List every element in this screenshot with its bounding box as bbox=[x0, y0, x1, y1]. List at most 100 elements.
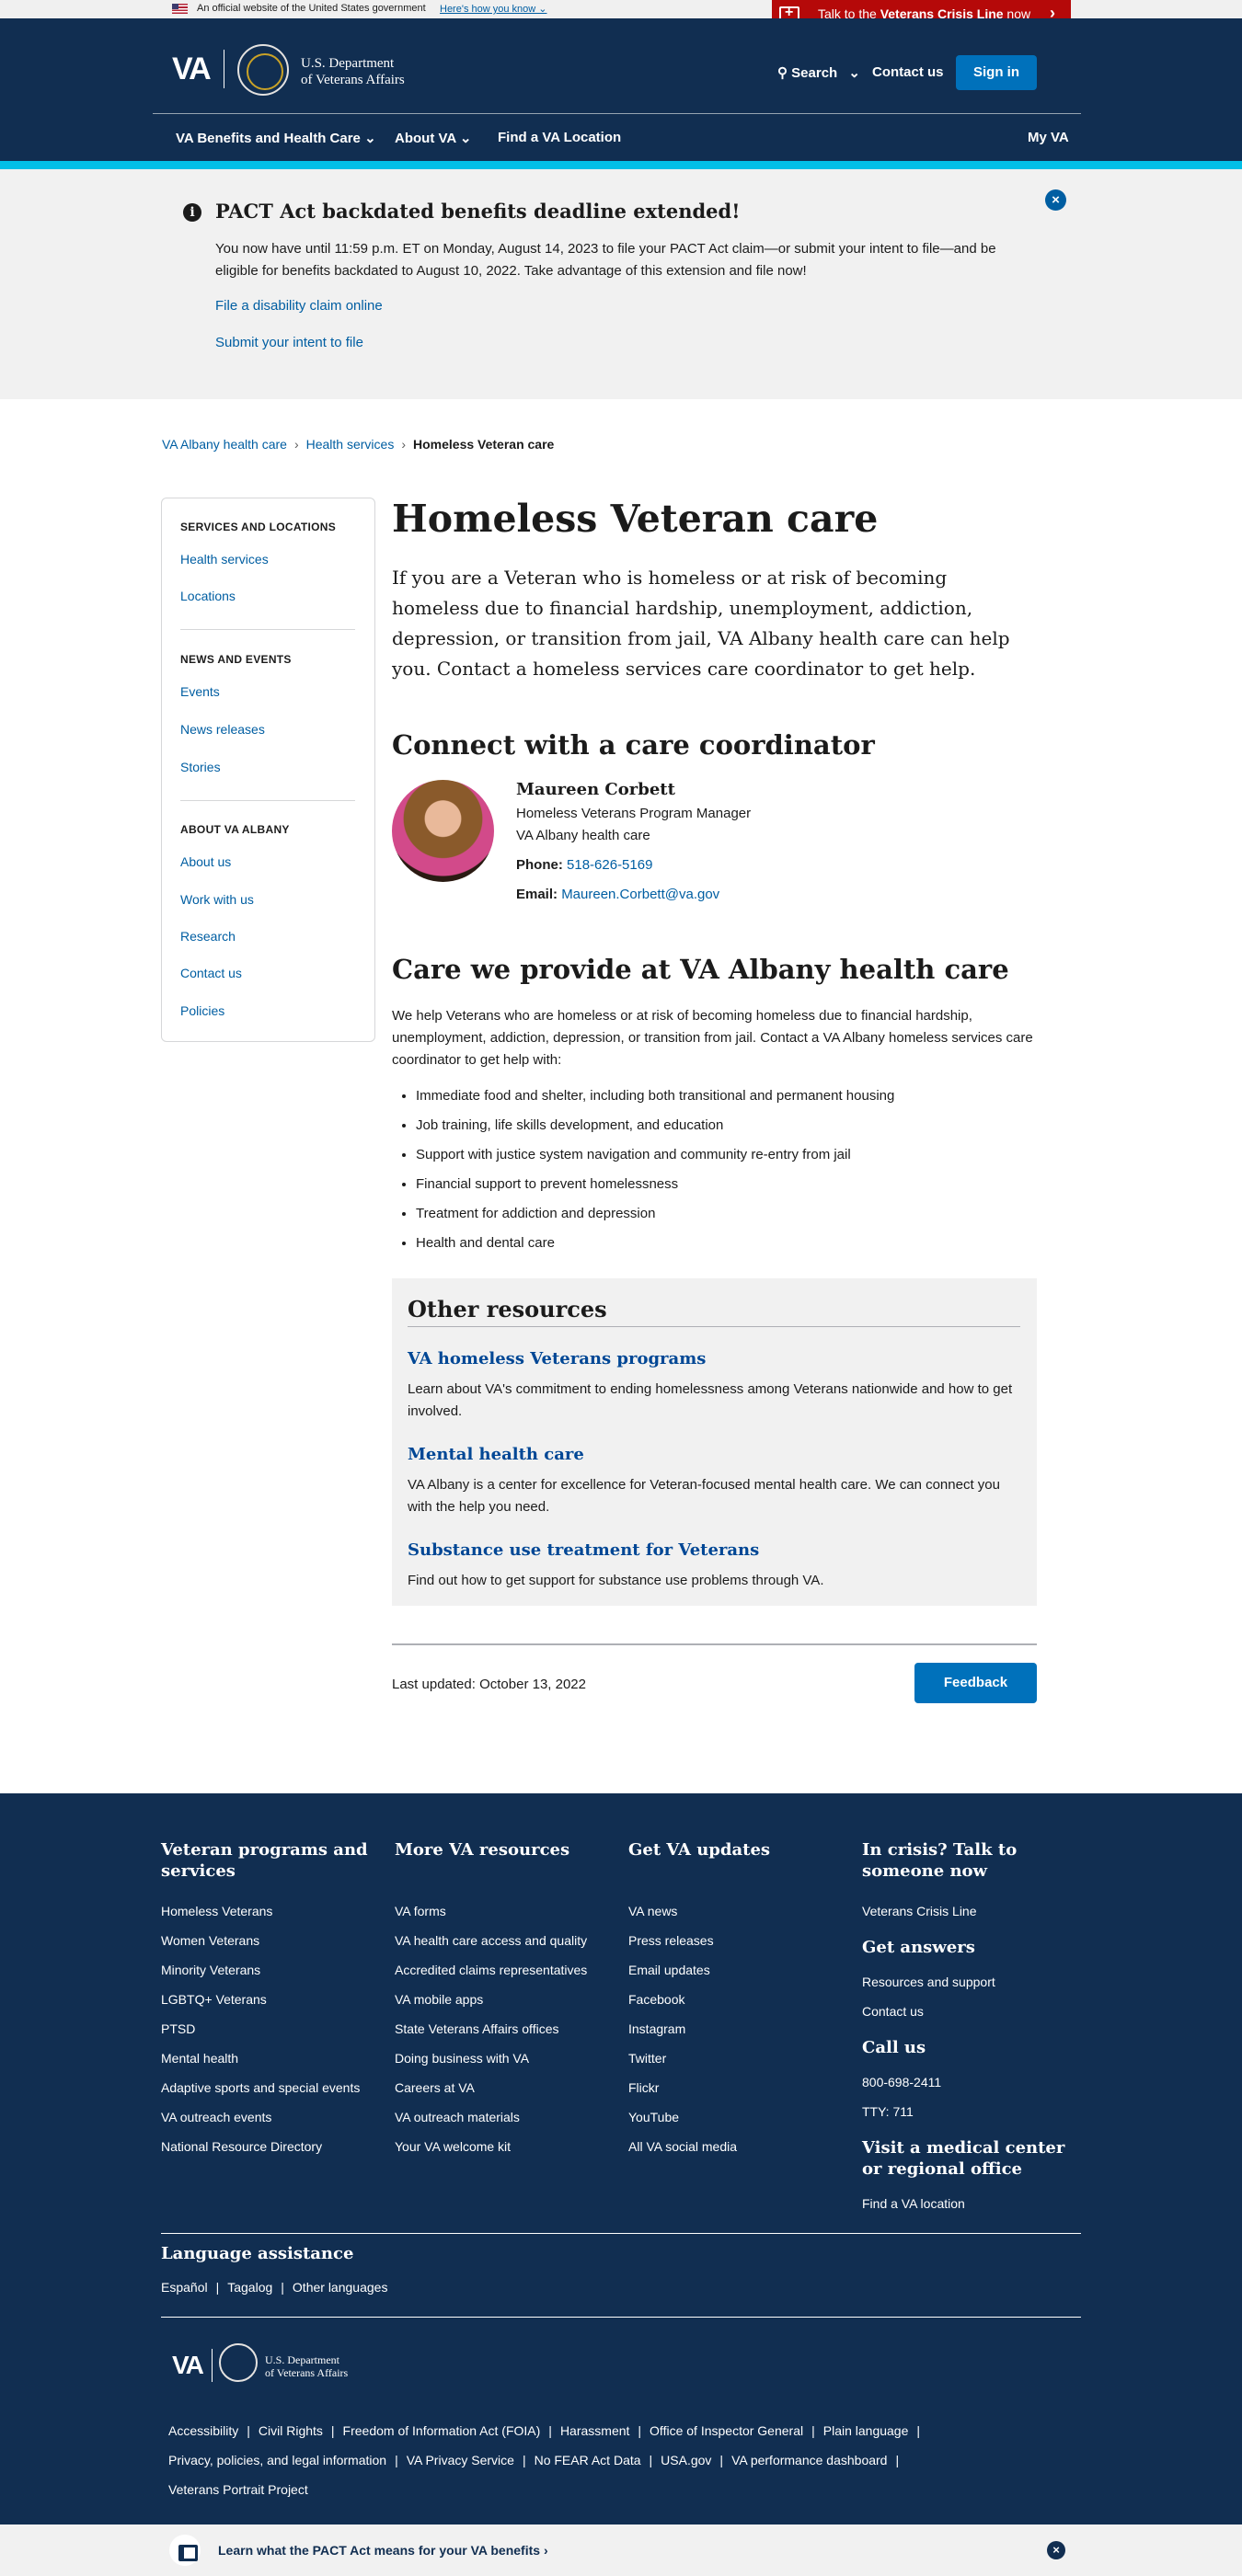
legal-link[interactable]: Harassment bbox=[560, 2423, 629, 2438]
footer-va-logo[interactable]: VA bbox=[172, 2351, 204, 2380]
sidenav-item-stories[interactable]: Stories bbox=[180, 760, 221, 774]
footer-link[interactable]: Veterans Crisis Line bbox=[862, 1896, 1081, 1926]
legal-link[interactable]: Privacy, policies, and legal information bbox=[168, 2453, 386, 2467]
footer-link[interactable]: PTSD bbox=[161, 2014, 382, 2044]
footer-link[interactable]: State Veterans Affairs offices bbox=[395, 2014, 615, 2044]
department-name: U.S. Department of Veterans Affairs bbox=[301, 56, 405, 87]
footer-link[interactable]: VA outreach materials bbox=[395, 2102, 615, 2132]
coordinator-phone: Phone: 518-626-5169 bbox=[516, 857, 653, 873]
footer-col-resources: More VA resources VA forms VA health car… bbox=[395, 1839, 615, 2161]
footer-link[interactable]: Contact us bbox=[862, 1997, 1081, 2026]
sidenav-item-policies[interactable]: Policies bbox=[180, 1003, 224, 1018]
lang-link-other[interactable]: Other languages bbox=[293, 2280, 388, 2295]
homeless-programs-desc: Learn about VA's commitment to ending ho… bbox=[408, 1381, 1013, 1419]
sidenav-divider bbox=[180, 629, 355, 630]
chevron-down-icon: ⌄ bbox=[459, 131, 472, 146]
breadcrumb-albany[interactable]: VA Albany health care bbox=[162, 437, 287, 452]
search-button[interactable]: ⚲ Search ⌄ bbox=[777, 64, 860, 81]
footer-link[interactable]: Twitter bbox=[628, 2044, 849, 2073]
footer-link[interactable]: Facebook bbox=[628, 1985, 849, 2014]
footer-link[interactable]: Homeless Veterans bbox=[161, 1896, 382, 1926]
legal-link[interactable]: Freedom of Information Act (FOIA) bbox=[343, 2423, 541, 2438]
other-resources-heading: Other resources bbox=[408, 1296, 607, 1322]
nav-my-va[interactable]: My VA bbox=[1028, 130, 1069, 145]
sidenav-item-news-releases[interactable]: News releases bbox=[180, 722, 265, 737]
legal-links: Accessibility | Civil Rights | Freedom of In… bbox=[168, 2423, 921, 2497]
sidenav-item-about-us[interactable]: About us bbox=[180, 854, 231, 869]
va-seal-icon bbox=[237, 44, 289, 96]
footer-heading: Call us bbox=[862, 2038, 926, 2057]
list-item: Support with justice system navigation a… bbox=[416, 1145, 894, 1174]
footer-link[interactable]: Mental health bbox=[161, 2044, 382, 2073]
footer-link[interactable]: Instagram bbox=[628, 2014, 849, 2044]
footer-link[interactable]: Careers at VA bbox=[395, 2073, 615, 2102]
search-icon: ⚲ bbox=[777, 65, 788, 81]
legal-link[interactable]: Accessibility bbox=[168, 2423, 238, 2438]
coordinator-name: Maureen Corbett bbox=[516, 780, 675, 799]
legal-link[interactable]: Plain language bbox=[823, 2423, 909, 2438]
footer-link[interactable]: Press releases bbox=[628, 1926, 849, 1955]
legal-link[interactable]: Veterans Portrait Project bbox=[168, 2482, 308, 2497]
lang-link-tagalog[interactable]: Tagalog bbox=[227, 2280, 272, 2295]
lang-link-espanol[interactable]: Español bbox=[161, 2280, 208, 2295]
footer-link[interactable]: National Resource Directory bbox=[161, 2132, 382, 2161]
feedback-button[interactable]: Feedback bbox=[914, 1663, 1037, 1703]
nav-about-va[interactable]: About VA ⌄ bbox=[395, 130, 471, 146]
nav-find-location[interactable]: Find a VA Location bbox=[498, 130, 621, 145]
footer-link[interactable]: YouTube bbox=[628, 2102, 849, 2132]
sidenav-heading: NEWS AND EVENTS bbox=[180, 653, 292, 666]
legal-link[interactable]: Civil Rights bbox=[259, 2423, 323, 2438]
sign-in-button[interactable]: Sign in bbox=[956, 55, 1037, 90]
legal-link[interactable]: USA.gov bbox=[661, 2453, 711, 2467]
legal-link[interactable]: VA Privacy Service bbox=[407, 2453, 514, 2467]
footer-link[interactable]: Doing business with VA bbox=[395, 2044, 615, 2073]
email-link[interactable]: Maureen.Corbett@va.gov bbox=[561, 887, 719, 902]
close-promo-icon[interactable]: × bbox=[1047, 2541, 1065, 2559]
footer-link[interactable]: All VA social media bbox=[628, 2132, 849, 2161]
pact-act-alert: i PACT Act backdated benefits deadline e… bbox=[0, 169, 1242, 399]
footer-link[interactable]: VA health care access and quality bbox=[395, 1926, 615, 1955]
heres-how-you-know-link[interactable]: Here's how you know ⌄ bbox=[440, 3, 546, 15]
sidenav-item-locations[interactable]: Locations bbox=[180, 589, 236, 603]
pact-act-promo-link[interactable]: Learn what the PACT Act means for your V… bbox=[218, 2543, 548, 2558]
footer-link[interactable]: Accredited claims representatives bbox=[395, 1955, 615, 1985]
phone-link[interactable]: 518-626-5169 bbox=[567, 857, 652, 873]
sidenav-item-work-with-us[interactable]: Work with us bbox=[180, 892, 254, 907]
footer-link[interactable]: LGBTQ+ Veterans bbox=[161, 1985, 382, 2014]
footer-link[interactable]: TTY: 711 bbox=[862, 2097, 1081, 2126]
legal-link[interactable]: Office of Inspector General bbox=[650, 2423, 803, 2438]
close-alert-icon[interactable]: × bbox=[1045, 189, 1066, 211]
footer-link[interactable]: VA outreach events bbox=[161, 2102, 382, 2132]
file-claim-link[interactable]: File a disability claim online bbox=[215, 298, 383, 314]
legal-link[interactable]: VA performance dashboard bbox=[731, 2453, 887, 2467]
sidenav-item-research[interactable]: Research bbox=[180, 929, 236, 944]
intent-to-file-link[interactable]: Submit your intent to file bbox=[215, 335, 363, 350]
homeless-programs-link[interactable]: VA homeless Veterans programs bbox=[408, 1349, 706, 1368]
footer-link[interactable]: Email updates bbox=[628, 1955, 849, 1985]
sidenav-item-health-services[interactable]: Health services bbox=[180, 552, 269, 567]
legal-link[interactable]: No FEAR Act Data bbox=[535, 2453, 641, 2467]
footer-heading: Veteran programs and services bbox=[161, 1840, 368, 1881]
sidenav-item-contact-us[interactable]: Contact us bbox=[180, 966, 242, 980]
footer-link[interactable]: Find a VA location bbox=[862, 2189, 1081, 2218]
substance-use-link[interactable]: Substance use treatment for Veterans bbox=[408, 1540, 759, 1560]
va-logo[interactable]: VA bbox=[172, 52, 212, 87]
mental-health-link[interactable]: Mental health care bbox=[408, 1445, 584, 1464]
breadcrumb-health-services[interactable]: Health services bbox=[306, 437, 395, 452]
footer-link[interactable]: Minority Veterans bbox=[161, 1955, 382, 1985]
coordinator-title: Homeless Veterans Program Manager bbox=[516, 806, 752, 821]
footer-link[interactable]: VA mobile apps bbox=[395, 1985, 615, 2014]
contact-us-link[interactable]: Contact us bbox=[872, 64, 944, 80]
footer-link[interactable]: Adaptive sports and special events bbox=[161, 2073, 382, 2102]
footer-link[interactable]: 800-698-2411 bbox=[862, 2067, 1081, 2097]
sidenav-item-events[interactable]: Events bbox=[180, 684, 220, 699]
footer-link[interactable]: Women Veterans bbox=[161, 1926, 382, 1955]
nav-benefits-health-care[interactable]: VA Benefits and Health Care ⌄ bbox=[176, 130, 376, 146]
footer-link[interactable]: VA forms bbox=[395, 1896, 615, 1926]
footer-link[interactable]: Resources and support bbox=[862, 1967, 1081, 1997]
footer-link[interactable]: Your VA welcome kit bbox=[395, 2132, 615, 2161]
footer-link[interactable]: VA news bbox=[628, 1896, 849, 1926]
footer-heading: Get VA updates bbox=[628, 1840, 771, 1860]
language-links: Español | Tagalog | Other languages bbox=[161, 2280, 388, 2295]
footer-link[interactable]: Flickr bbox=[628, 2073, 849, 2102]
